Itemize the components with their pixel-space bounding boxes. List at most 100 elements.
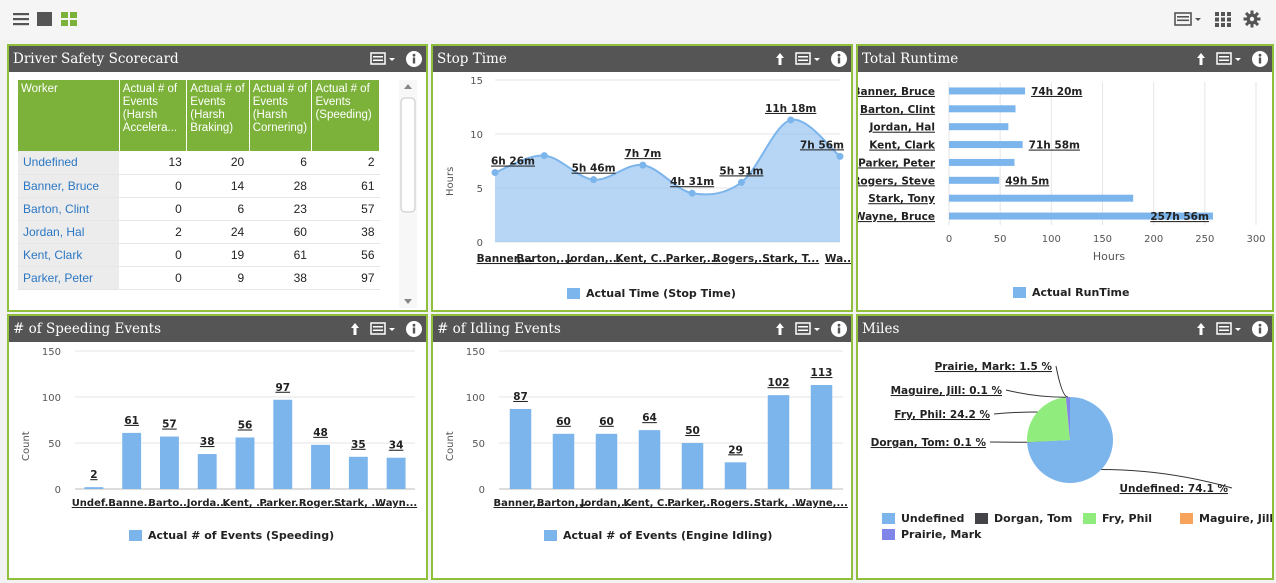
worker-link[interactable]: Banner, Bruce (18, 174, 119, 197)
data-point[interactable] (837, 153, 844, 160)
column-header[interactable]: Actual # of Events (Speeding) (312, 80, 380, 151)
y-tick-label[interactable]: Stark, Tony (868, 193, 935, 205)
worker-link[interactable]: Undefined (18, 151, 119, 174)
bar[interactable] (682, 443, 704, 489)
bar[interactable] (725, 462, 747, 489)
bar[interactable] (949, 159, 1014, 166)
apps-grid-icon[interactable] (1214, 10, 1232, 28)
x-tick-label[interactable]: Wa... (825, 253, 851, 265)
drill-up-icon[interactable] (1196, 322, 1206, 336)
bar[interactable] (510, 409, 532, 489)
data-point[interactable] (738, 179, 745, 186)
bar[interactable] (949, 105, 1016, 112)
bar[interactable] (311, 445, 330, 489)
table-scrollbar[interactable] (399, 80, 417, 308)
legend-swatch[interactable] (882, 513, 895, 524)
x-tick-label[interactable]: Wayne,... (795, 498, 848, 509)
bar[interactable] (949, 195, 1133, 202)
legend-label[interactable]: Prairie, Mark (901, 528, 982, 541)
x-tick-label[interactable]: Jorda... (186, 498, 228, 509)
bar[interactable] (949, 123, 1008, 130)
data-point[interactable] (541, 152, 548, 159)
drill-up-icon[interactable] (775, 322, 785, 336)
bar[interactable] (639, 430, 661, 489)
legend-label[interactable]: Fry, Phil (1102, 512, 1152, 525)
worker-link[interactable]: Jordan, Hal (18, 220, 119, 243)
bar[interactable] (122, 433, 141, 489)
x-tick-label[interactable]: Stark, T... (762, 253, 819, 265)
info-icon[interactable] (406, 51, 422, 67)
drill-up-icon[interactable] (775, 52, 785, 66)
menu-icon[interactable] (12, 10, 30, 28)
x-tick-label[interactable]: Jordan,... (565, 253, 620, 265)
info-icon[interactable] (831, 51, 847, 67)
view-menu-icon[interactable] (795, 52, 821, 66)
data-point[interactable] (689, 190, 696, 197)
legend-label[interactable]: Actual # of Events (Speeding) (148, 529, 334, 542)
table-row[interactable]: Kent, Clark0196156 (18, 243, 380, 266)
scroll-thumb[interactable] (401, 98, 415, 212)
bar[interactable] (553, 434, 575, 489)
bar[interactable] (160, 437, 179, 489)
bar[interactable] (768, 395, 790, 489)
bar[interactable] (949, 87, 1025, 94)
bar[interactable] (349, 457, 368, 489)
grid-tiles-icon[interactable] (60, 10, 78, 28)
bar[interactable] (811, 385, 833, 489)
info-icon[interactable] (406, 321, 422, 337)
legend-swatch[interactable] (975, 513, 988, 524)
legend-swatch[interactable] (567, 288, 580, 299)
drill-up-icon[interactable] (1196, 52, 1206, 66)
data-point[interactable] (590, 176, 597, 183)
bar[interactable] (84, 487, 103, 489)
bar[interactable] (198, 454, 217, 489)
view-menu-icon[interactable] (1216, 52, 1242, 66)
y-tick-label[interactable]: Banner, Bruce (858, 86, 935, 98)
table-row[interactable]: Parker, Peter093897 (18, 266, 380, 289)
y-tick-label[interactable]: Parker, Peter (858, 157, 936, 169)
column-header[interactable]: Actual # of Events (Harsh Cornering) (249, 80, 312, 151)
data-point[interactable] (492, 169, 499, 176)
column-header[interactable]: Actual # of Events (Harsh Braking) (187, 80, 249, 151)
table-row[interactable]: Jordan, Hal2246038 (18, 220, 380, 243)
y-tick-label[interactable]: Rogers, Steve (858, 175, 935, 187)
legend-label[interactable]: Maguire, Jill (1199, 512, 1272, 525)
bar[interactable] (949, 141, 1023, 148)
layout-menu-icon[interactable] (1174, 10, 1202, 28)
column-header[interactable]: Worker (18, 80, 119, 151)
y-tick-label[interactable]: Barton, Clint (860, 104, 935, 116)
legend-swatch[interactable] (1180, 513, 1193, 524)
x-tick-label[interactable]: Barton,... (516, 253, 572, 265)
table-row[interactable]: Undefined132062 (18, 151, 380, 174)
table-row[interactable]: Barton, Clint062357 (18, 197, 380, 220)
x-tick-label[interactable]: Wayn... (375, 498, 417, 509)
legend-label[interactable]: Actual RunTime (1032, 286, 1129, 299)
worker-link[interactable]: Barton, Clint (18, 197, 119, 220)
bar[interactable] (949, 177, 999, 184)
table-row[interactable]: Banner, Bruce0142861 (18, 174, 380, 197)
x-tick-label[interactable]: Kent, C... (615, 253, 670, 265)
y-tick-label[interactable]: Kent, Clark (869, 140, 936, 152)
x-tick-label[interactable]: Parker,... (666, 253, 719, 265)
legend-swatch[interactable] (1013, 287, 1026, 298)
info-icon[interactable] (1252, 51, 1268, 67)
legend-swatch[interactable] (544, 530, 557, 541)
pie-slice[interactable] (1027, 397, 1070, 442)
bar[interactable] (273, 400, 292, 489)
x-tick-label[interactable]: Barto... (148, 498, 190, 509)
view-menu-icon[interactable] (370, 322, 396, 336)
bar[interactable] (387, 458, 406, 489)
worker-link[interactable]: Kent, Clark (18, 243, 119, 266)
data-point[interactable] (639, 162, 646, 169)
legend-label[interactable]: Dorgan, Tom (994, 512, 1072, 525)
legend-swatch[interactable] (129, 530, 142, 541)
view-menu-icon[interactable] (1216, 322, 1242, 336)
column-header[interactable]: Actual # of Events (Harsh Accelera... (119, 80, 187, 151)
legend-swatch[interactable] (1083, 513, 1096, 524)
square-icon[interactable] (36, 10, 54, 28)
bar[interactable] (596, 434, 618, 489)
info-icon[interactable] (831, 321, 847, 337)
worker-link[interactable]: Parker, Peter (18, 266, 119, 289)
view-menu-icon[interactable] (795, 322, 821, 336)
y-tick-label[interactable]: Wayne, Bruce (858, 211, 935, 223)
